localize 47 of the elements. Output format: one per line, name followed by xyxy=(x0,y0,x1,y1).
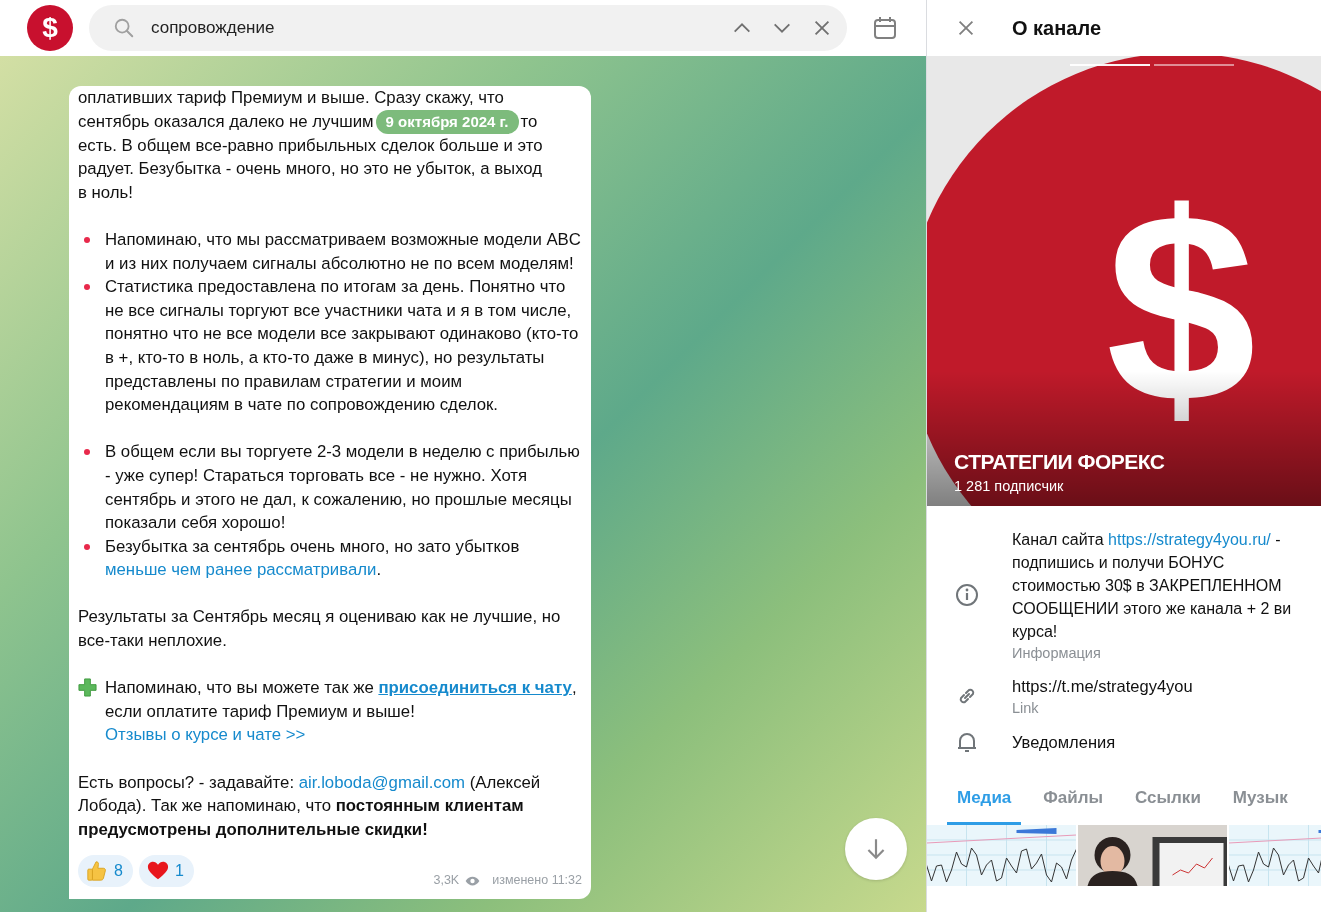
message-text: оплативших тариф Премиум и выше. Сразу скажу, что xyxy=(78,87,505,109)
message-text: В общем если вы торгуете 2-3 модели в неделю с прибылью - уже супер! Стараться торговать все - не нужно. Хотя сентябрь и этого не дал, к сожалению, но прошлые месяцы показали себя хорошо! xyxy=(105,441,581,535)
media-tab[interactable]: Ссылки xyxy=(1125,778,1211,825)
bullet-icon xyxy=(82,234,92,245)
search-icon xyxy=(113,17,135,39)
thumbs-up-icon xyxy=(86,860,108,883)
message-text: сентябрь оказался далеко не лучшим xyxy=(78,110,374,133)
message-text: Напоминаю, что мы рассматриваем возможные модели ABC и из них получаем сигналы абсолютно не по всем моделям! xyxy=(105,228,582,275)
reaction-button[interactable]: 8 xyxy=(78,855,133,888)
message-link[interactable]: меньше чем ранее рассматривали xyxy=(105,560,377,580)
message-text: Напоминаю, что вы можете так же присоединиться к чату, если оплатите тариф Премиум и выше! xyxy=(105,677,578,723)
channel-link[interactable]: https://t.me/strategy4you xyxy=(1012,675,1193,698)
reaction-button[interactable]: 1 xyxy=(138,855,194,888)
subscriber-count: 1 281 подписчик xyxy=(954,478,1065,494)
message-text: в ноль! xyxy=(78,181,134,204)
field-caption: Link xyxy=(1012,700,1040,716)
message-link[interactable]: Отзывы о курсе и чате >> xyxy=(105,723,306,748)
media-tab[interactable]: Файлы xyxy=(1033,778,1114,825)
search-field[interactable]: сопровождение xyxy=(89,5,847,51)
media-tab[interactable]: Музык xyxy=(1222,778,1298,825)
date-badge: 9 октября 2024 г. xyxy=(375,109,519,134)
plus-icon xyxy=(78,678,97,698)
calendar-icon[interactable] xyxy=(873,16,897,40)
panel-title: О канале xyxy=(1012,16,1101,40)
bullet-icon xyxy=(82,282,92,293)
website-link[interactable]: https://strategy4you.ru/ xyxy=(1108,531,1271,548)
message-text: Безубытка за сентябрь очень много, но зато убытков меньше чем ранее рассматривали. xyxy=(105,535,521,582)
message-text: радует. Безубытка - очень много, но это не убыток, а выход xyxy=(78,158,544,181)
edited-time: изменено 11:32 xyxy=(492,872,582,890)
message-link[interactable]: присоединиться к чату xyxy=(378,678,572,698)
bullet-icon xyxy=(82,541,92,552)
message-text: Есть вопросы? - задавайте: air.loboda@gmail.com (Алексей Лобода). Так же напоминаю, что постоянным клиентам предусмотрены дополнительные скидки! xyxy=(78,771,542,841)
field-caption: Информация xyxy=(1012,645,1102,661)
bell-icon xyxy=(955,730,979,754)
search-input[interactable]: сопровождение xyxy=(149,17,713,39)
message-text: Результаты за Сентябрь месяц я оцениваю как не лучшие, но все-таки неплохие. xyxy=(78,606,562,653)
message-text: то xyxy=(520,110,538,133)
message-text: Статистика предоставлена по итогам за день. Понятно что не все сигналы торгуют все участники чата и я в том числе, понятно что не все модели все закрывают одинаково (кто-то в +, кто-то в ноль, а кто-то даже в минус), но результаты представлены по правилам стратегии и моим рекомендациям в чате по сопровождению сделок. xyxy=(105,276,580,417)
message-link[interactable]: air.loboda@gmail.com xyxy=(298,772,466,792)
bullet-icon xyxy=(82,447,92,458)
channel-description: Канал сайта https://strategy4you.ru/ - подпишись и получи БОНУС стоимостью 30$ в ЗАКРЕПЛЕННОМ СООБЩЕНИИ этого же канала + 2 ви курса! xyxy=(1012,530,1292,642)
view-count: 3,3K xyxy=(433,872,460,890)
eye-icon xyxy=(465,876,481,887)
message-text: есть. В общем все-равно прибыльных сделок больше и это xyxy=(78,134,544,157)
channel-avatar[interactable]: $ xyxy=(27,5,73,51)
notifications-label: Уведомления xyxy=(1012,731,1116,753)
info-icon xyxy=(955,582,979,607)
